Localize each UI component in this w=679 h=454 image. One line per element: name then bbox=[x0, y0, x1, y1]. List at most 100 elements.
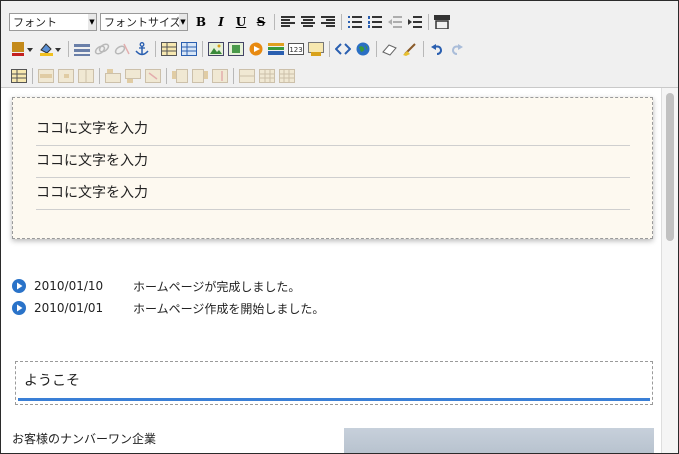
image-properties-button[interactable] bbox=[228, 41, 244, 57]
news-item: 2010/01/10 ホームページが完成しました。 bbox=[12, 277, 300, 295]
toolbar-separator bbox=[423, 41, 424, 57]
font-size-select-value: フォントサイズ bbox=[104, 16, 181, 29]
anchor-button[interactable] bbox=[134, 41, 150, 57]
lead-text[interactable]: お客様のナンバーワン企業 bbox=[12, 430, 156, 447]
indent-icon bbox=[408, 16, 422, 28]
image-icon bbox=[208, 42, 224, 56]
ruby-text-icon bbox=[434, 15, 450, 29]
bullet-list-icon bbox=[348, 16, 362, 28]
color-bar-button[interactable] bbox=[268, 41, 284, 57]
news-text: ホームページ作成を開始しました。 bbox=[133, 301, 325, 316]
remove-format-button[interactable] bbox=[382, 41, 398, 57]
eraser-icon bbox=[382, 44, 397, 56]
news-text: ホームページが完成しました。 bbox=[133, 279, 301, 294]
horizontal-rule-button[interactable] bbox=[74, 41, 90, 57]
number-format-button[interactable]: 123 bbox=[288, 41, 304, 57]
italic-button[interactable]: I bbox=[213, 14, 229, 30]
table-cells-icon bbox=[279, 69, 295, 83]
toolbar-separator bbox=[32, 68, 33, 84]
toolbar-separator bbox=[233, 68, 234, 84]
table-grid-button[interactable] bbox=[11, 68, 27, 84]
scrollbar-thumb[interactable] bbox=[666, 93, 674, 241]
table-button[interactable] bbox=[161, 41, 177, 57]
merge-cells-icon bbox=[78, 69, 94, 83]
link-icon bbox=[94, 43, 110, 55]
toolbar-separator bbox=[274, 14, 275, 30]
media-button[interactable] bbox=[248, 41, 264, 57]
ruby-button[interactable] bbox=[434, 14, 450, 30]
font-select-value: フォント bbox=[13, 16, 57, 29]
undo-button[interactable] bbox=[429, 41, 445, 57]
toolbar-row-2: 123 bbox=[9, 38, 467, 60]
heading-underline bbox=[18, 398, 650, 401]
split-cells-button[interactable] bbox=[239, 68, 255, 84]
editor-window: フォント ▼ フォントサイズ ▼ B I U S 123 ココに文字を入力 ココ… bbox=[0, 0, 679, 454]
globe-icon bbox=[356, 42, 370, 56]
font-size-select[interactable]: フォントサイズ ▼ bbox=[100, 13, 188, 31]
insert-row-before-button[interactable] bbox=[105, 68, 121, 84]
box-line[interactable]: ココに文字を入力 bbox=[36, 178, 630, 210]
delete-column-button[interactable] bbox=[212, 68, 228, 84]
toolbar-separator bbox=[329, 41, 330, 57]
editor-content-area[interactable]: ココに文字を入力 ココに文字を入力 ココに文字を入力 2010/01/10 ホー… bbox=[1, 88, 661, 453]
insert-column-before-button[interactable] bbox=[172, 68, 188, 84]
merge-cells-button[interactable] bbox=[78, 68, 94, 84]
underline-button[interactable]: U bbox=[233, 14, 249, 30]
toolbar-separator bbox=[68, 41, 69, 57]
image-button[interactable] bbox=[208, 41, 224, 57]
row-properties-button[interactable] bbox=[38, 68, 54, 84]
welcome-section[interactable]: ようこそ bbox=[15, 361, 653, 405]
align-right-icon bbox=[321, 16, 335, 27]
color-bar-icon bbox=[268, 43, 284, 55]
outdent-icon bbox=[388, 16, 402, 28]
delete-row-button[interactable] bbox=[145, 68, 161, 84]
source-code-button[interactable] bbox=[335, 41, 351, 57]
preview-button[interactable] bbox=[355, 41, 371, 57]
align-left-button[interactable] bbox=[280, 14, 296, 30]
text-color-button[interactable] bbox=[11, 41, 35, 57]
indent-button[interactable] bbox=[407, 14, 423, 30]
table-grid-alt-button[interactable] bbox=[259, 68, 275, 84]
row-properties-icon bbox=[38, 69, 54, 83]
play-circle-icon bbox=[249, 42, 263, 56]
table-properties-button[interactable] bbox=[181, 41, 197, 57]
numbered-list-icon bbox=[368, 16, 382, 28]
outdent-button[interactable] bbox=[387, 14, 403, 30]
link-button[interactable] bbox=[94, 41, 110, 57]
toolbar-row-1: フォント ▼ フォントサイズ ▼ B I U S bbox=[9, 11, 452, 33]
cell-properties-button[interactable] bbox=[58, 68, 74, 84]
news-date: 2010/01/01 bbox=[34, 301, 104, 315]
svg-text:123: 123 bbox=[289, 46, 302, 54]
strikethrough-button[interactable]: S bbox=[253, 14, 269, 30]
form-button[interactable] bbox=[308, 41, 324, 57]
box-line[interactable]: ココに文字を入力 bbox=[36, 146, 630, 178]
horizontal-rule-icon bbox=[74, 44, 90, 56]
text-color-icon bbox=[12, 42, 33, 56]
redo-icon bbox=[451, 44, 463, 55]
insert-column-after-button[interactable] bbox=[192, 68, 208, 84]
background-color-button[interactable] bbox=[39, 41, 63, 57]
text-input-box[interactable]: ココに文字を入力 ココに文字を入力 ココに文字を入力 bbox=[12, 97, 653, 239]
table-cells-button[interactable] bbox=[279, 68, 295, 84]
bold-button[interactable]: B bbox=[193, 14, 209, 30]
box-line[interactable]: ココに文字を入力 bbox=[36, 114, 630, 146]
table-grid-alt-icon bbox=[259, 69, 275, 83]
redo-button[interactable] bbox=[449, 41, 465, 57]
form-icon bbox=[308, 42, 324, 56]
insert-row-after-button[interactable] bbox=[125, 68, 141, 84]
cell-properties-icon bbox=[58, 69, 74, 83]
vertical-scrollbar[interactable] bbox=[661, 88, 678, 453]
align-right-button[interactable] bbox=[320, 14, 336, 30]
numbered-list-button[interactable] bbox=[367, 14, 383, 30]
undo-icon bbox=[431, 44, 443, 55]
font-select[interactable]: フォント ▼ bbox=[9, 13, 97, 31]
anchor-icon bbox=[135, 42, 149, 56]
unlink-icon bbox=[114, 43, 130, 55]
welcome-heading[interactable]: ようこそ bbox=[24, 370, 80, 390]
play-bullet-icon bbox=[12, 301, 26, 315]
cleanup-button[interactable] bbox=[402, 41, 418, 57]
bullet-list-button[interactable] bbox=[347, 14, 363, 30]
unlink-button[interactable] bbox=[114, 41, 130, 57]
align-center-button[interactable] bbox=[300, 14, 316, 30]
insert-column-before-icon bbox=[172, 69, 188, 83]
